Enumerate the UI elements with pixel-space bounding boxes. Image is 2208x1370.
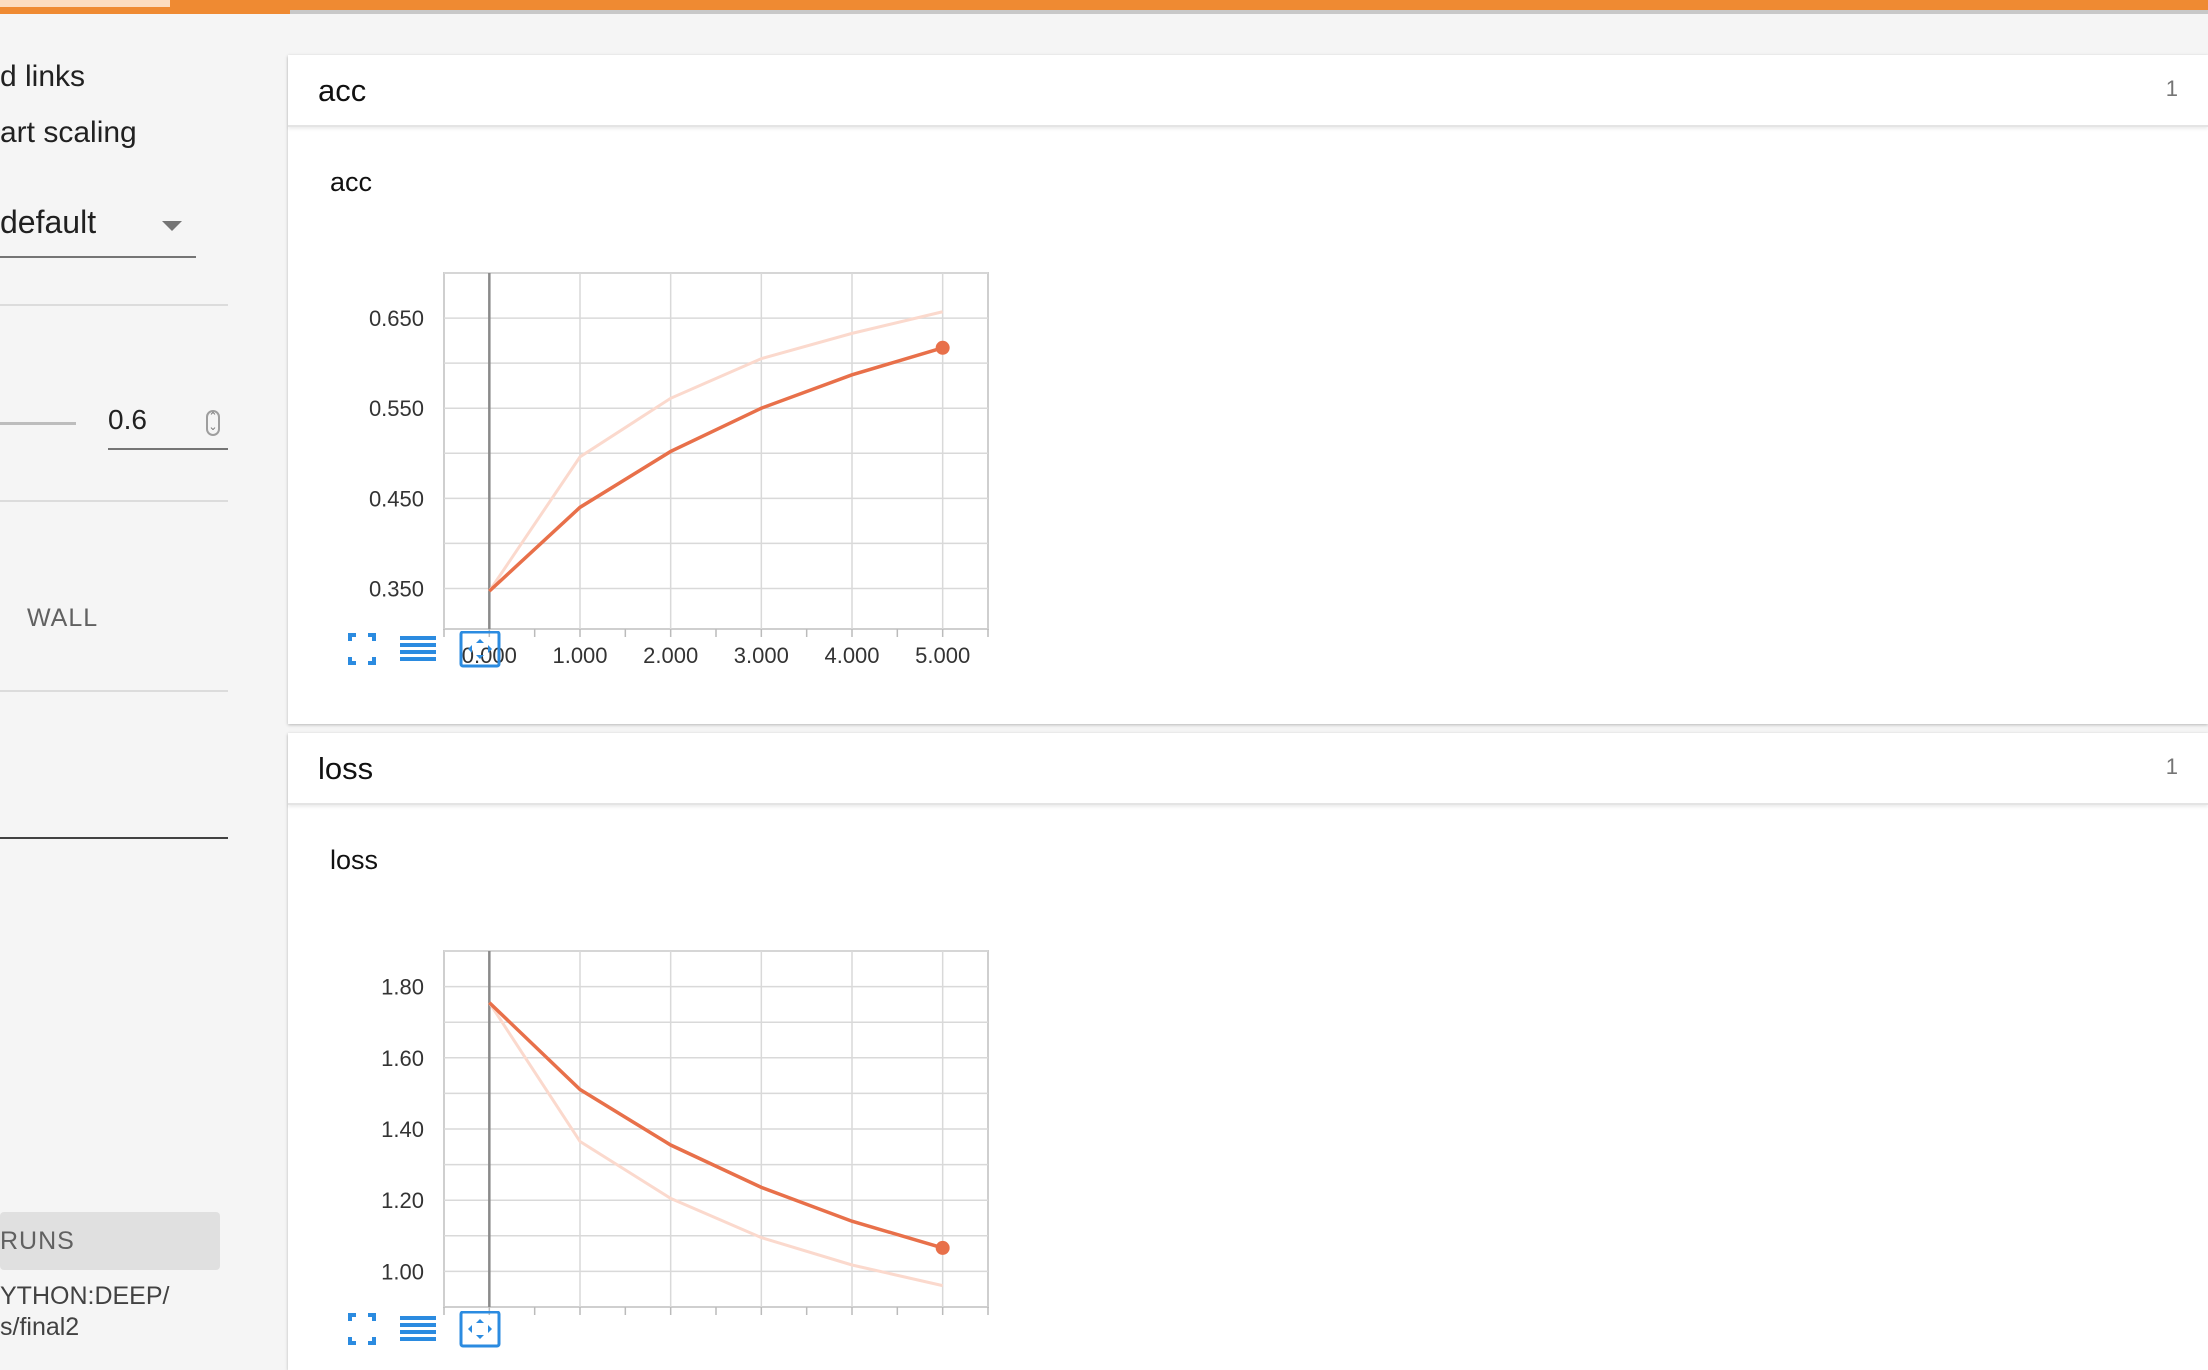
x-tick-label: 5.000 [915, 1321, 970, 1323]
smoothed-series-line [488, 1001, 944, 1250]
x-tick-label: 1.000 [552, 643, 607, 668]
category-title: loss [318, 751, 374, 786]
y-tick-label: 1.60 [381, 1046, 424, 1071]
y-tick-label: 1.20 [381, 1188, 424, 1213]
category-card-loss: loss 1 loss 1.001.201.401.601.800.0001.0… [288, 733, 2208, 1370]
ignore-outliers-checkbox-label[interactable]: art scaling [0, 116, 137, 150]
last-point-marker [935, 1240, 950, 1255]
raw-series-line [488, 310, 944, 592]
raw-series-line [488, 1001, 943, 1288]
y-tick-label: 0.650 [369, 306, 424, 331]
x-tick-label: 4.000 [824, 1321, 879, 1323]
chart-title: acc [330, 167, 373, 197]
fullscreen-icon[interactable] [340, 631, 384, 671]
acc-chart[interactable]: 0.3500.4500.5500.6500.000 1.000 2.000 3.000… [288, 205, 1008, 685]
divider [0, 304, 228, 306]
y-tick-label: 1.00 [381, 1259, 424, 1284]
top-toolbar [0, 0, 2208, 14]
category-count: 1 [2165, 76, 2178, 101]
spinner-icon[interactable]: ⌃ ⌄ [206, 410, 220, 436]
chevron-down-icon[interactable] [162, 221, 182, 231]
y-tick-label: 1.40 [381, 1117, 424, 1142]
y-tick-label: 0.450 [369, 486, 424, 511]
x-tick-label: 5.000 [915, 643, 970, 668]
chart-title: loss [330, 845, 379, 875]
active-tab-indicator [0, 0, 170, 7]
category-header[interactable]: acc 1 [288, 55, 2208, 127]
divider [0, 500, 228, 502]
list-icon[interactable] [396, 631, 440, 671]
category-title: acc [318, 73, 367, 108]
category-header[interactable]: loss 1 [288, 733, 2208, 805]
x-tick-label: 3.000 [734, 1321, 789, 1323]
plot-area: 1.001.201.401.601.800.0001.0002.0003.000… [381, 950, 989, 1323]
dropdown-underline [0, 256, 196, 258]
loss-chart[interactable]: 1.001.201.401.601.800.0001.0002.0003.000… [288, 883, 1008, 1323]
run-path-label: YTHON:DEEP/ s/final2 [0, 1282, 170, 1341]
sidebar: d links art scaling default 0.6 ⌃ ⌄ WALL … [0, 14, 285, 1370]
plot-frame [443, 272, 989, 630]
regex-input-underline[interactable] [0, 837, 228, 839]
fit-domain-icon[interactable] [458, 630, 502, 671]
y-tick-label: 0.350 [369, 576, 424, 601]
list-icon[interactable] [396, 1311, 440, 1351]
horizontal-axis-wall-option[interactable]: WALL [27, 604, 98, 633]
fullscreen-icon[interactable] [340, 1311, 384, 1351]
smoothed-series-line [488, 346, 944, 593]
category-count: 1 [2165, 754, 2178, 779]
fit-domain-icon[interactable] [458, 1310, 502, 1351]
y-tick-label: 0.550 [369, 396, 424, 421]
divider [0, 690, 228, 692]
smoothing-slider[interactable] [0, 422, 76, 425]
y-tick-label: 1.80 [381, 975, 424, 1000]
x-tick-label: 2.000 [643, 1321, 698, 1323]
x-tick-label: 4.000 [824, 643, 879, 668]
x-tick-label: 1.000 [552, 1321, 607, 1323]
plot-area: 0.3500.4500.5500.6500.000 1.000 2.000 3.000… [369, 272, 989, 668]
tooltip-sorting-dropdown[interactable]: default [0, 204, 96, 241]
category-card-acc: acc 1 acc 0.350 0.450 0.550 0.650 0.000 1.000… [288, 55, 2208, 724]
x-tick-label: 3.000 [734, 643, 789, 668]
last-point-marker [935, 340, 950, 355]
toggle-all-runs-button[interactable]: RUNS [0, 1212, 220, 1270]
show-data-links-checkbox-label[interactable]: d links [0, 60, 85, 94]
toolbar-shadow [290, 10, 2208, 14]
x-tick-label: 2.000 [643, 643, 698, 668]
